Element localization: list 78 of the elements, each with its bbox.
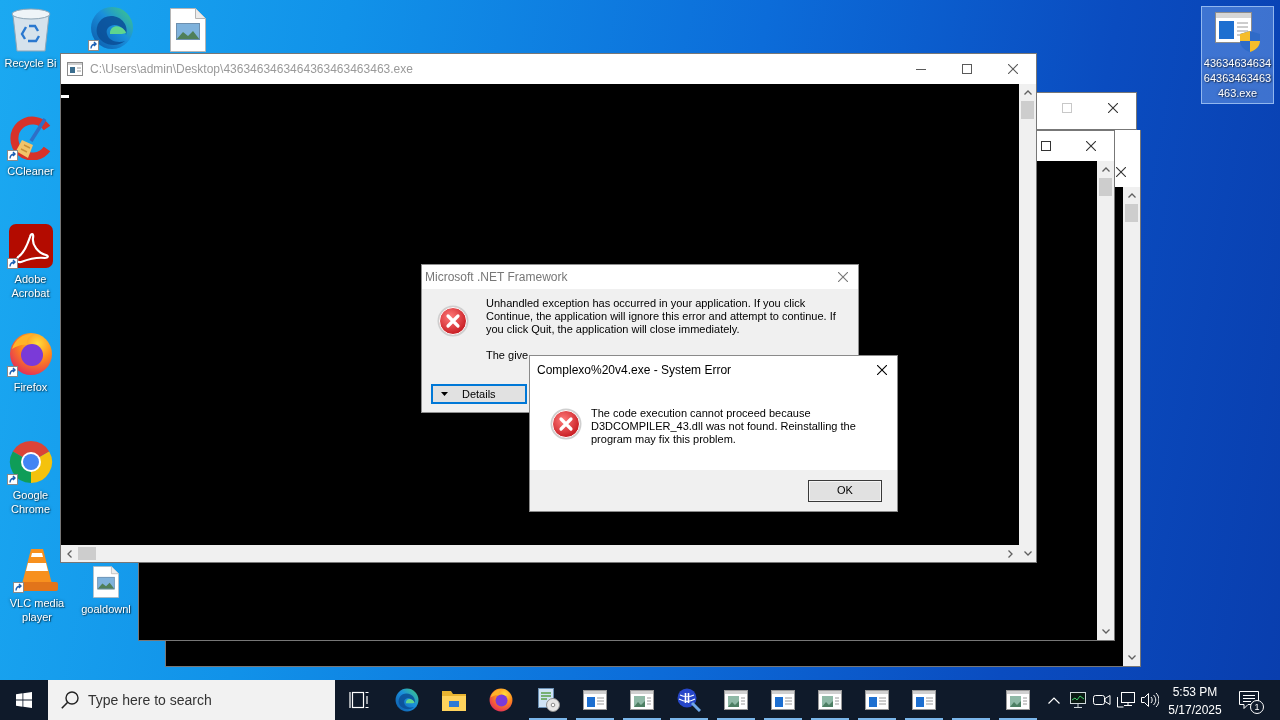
globe-icon bbox=[676, 688, 701, 712]
image-file-icon bbox=[93, 566, 119, 598]
acrobat-icon bbox=[8, 224, 53, 268]
caret-left-icon[interactable] bbox=[67, 549, 72, 558]
vertical-scrollbar[interactable] bbox=[1019, 84, 1036, 562]
vertical-scrollbar[interactable] bbox=[1097, 161, 1114, 640]
disc-package-icon bbox=[535, 688, 560, 712]
notification-button[interactable]: 1 bbox=[1228, 680, 1270, 720]
scrollbar-thumb[interactable] bbox=[1021, 101, 1034, 119]
caret-down-icon bbox=[441, 392, 448, 396]
dialog-title: Microsoft .NET Framework bbox=[424, 269, 568, 286]
windows-logo-icon bbox=[16, 692, 32, 708]
browser-icon bbox=[90, 6, 134, 50]
app-window-icon bbox=[582, 690, 607, 710]
desktop-icon[interactable]: VLC media player bbox=[0, 544, 74, 627]
chevron-up-icon bbox=[1048, 696, 1060, 704]
error-icon bbox=[550, 408, 582, 440]
caret-right-icon[interactable] bbox=[1008, 549, 1013, 558]
recycle-bin-icon bbox=[10, 8, 51, 52]
picture-window-icon bbox=[629, 690, 654, 710]
speaker-icon bbox=[1141, 692, 1159, 708]
desktop-icon[interactable]: Recycle Bi bbox=[2, 4, 59, 73]
window-title: C:\Users\admin\Desktop\4363463463464363463463463.exe bbox=[90, 61, 413, 78]
desktop-icon[interactable]: CCleaner bbox=[2, 112, 59, 181]
program-shield-icon bbox=[1214, 12, 1261, 52]
clock[interactable]: 5:53 PM 5/17/2025 bbox=[1162, 680, 1228, 720]
maximize-icon bbox=[962, 64, 972, 74]
desktop-icon[interactable]: 4363463463464363463463463.exe bbox=[1201, 6, 1274, 104]
caret-down-icon[interactable] bbox=[1127, 655, 1136, 660]
browser-icon bbox=[394, 688, 419, 712]
notification-icon bbox=[1239, 691, 1259, 709]
task-view-icon bbox=[349, 691, 369, 709]
app-window-icon bbox=[864, 690, 889, 710]
ok-button[interactable]: OK bbox=[808, 479, 882, 502]
app-window-icon bbox=[770, 690, 795, 710]
firefox-icon bbox=[8, 332, 53, 376]
camera-icon bbox=[1093, 693, 1111, 707]
scrollbar-thumb[interactable] bbox=[78, 547, 96, 560]
scrollbar-thumb[interactable] bbox=[1125, 204, 1138, 222]
chrome-icon bbox=[8, 440, 53, 484]
error-icon bbox=[437, 305, 469, 337]
folder-icon bbox=[441, 689, 466, 711]
desktop-icon[interactable]: Adobe Acrobat bbox=[2, 220, 59, 303]
monitor-icon bbox=[1070, 692, 1086, 708]
error-message: The code execution cannot proceed because D3DCOMPILER_43.dll was not found. Reinstalling the program may fix this problem. bbox=[591, 407, 857, 446]
window-icon bbox=[67, 62, 83, 76]
picture-window-icon bbox=[817, 690, 842, 710]
close-icon bbox=[877, 365, 887, 375]
search-field[interactable]: Type here to search bbox=[48, 680, 335, 720]
picture-window-icon bbox=[723, 690, 748, 710]
exception-text: The give bbox=[486, 349, 529, 362]
notification-count: 1 bbox=[1250, 700, 1264, 714]
error-message: Unhandled exception has occurred in your application. If you click Continue, the application will ignore this error and attempt to continue. If you click Quit, the application will close immediately. bbox=[486, 297, 837, 336]
close-icon bbox=[1108, 103, 1118, 113]
search-icon bbox=[61, 691, 79, 709]
firefox-icon bbox=[488, 688, 513, 712]
desktop-icon[interactable]: goaldownl bbox=[74, 562, 138, 619]
horizontal-scrollbar[interactable] bbox=[61, 545, 1019, 562]
vertical-scrollbar[interactable] bbox=[1123, 187, 1140, 666]
app-window-icon bbox=[911, 690, 936, 710]
close-icon bbox=[1008, 64, 1018, 74]
minimize-icon bbox=[916, 68, 926, 70]
network-icon bbox=[1117, 692, 1135, 708]
close-icon bbox=[1116, 167, 1126, 177]
desktop-icon[interactable]: Google Chrome bbox=[2, 436, 59, 519]
caret-up-icon[interactable] bbox=[1101, 167, 1110, 172]
desktop-icon[interactable]: Firefox bbox=[2, 328, 59, 397]
ccleaner-icon bbox=[8, 116, 53, 160]
close-icon bbox=[1086, 141, 1096, 151]
details-button[interactable]: Details bbox=[431, 384, 527, 404]
dialog-title: Complexo%20v4.exe - System Error bbox=[536, 362, 732, 379]
caret-up-icon[interactable] bbox=[1023, 90, 1032, 95]
close-icon bbox=[838, 272, 848, 282]
caret-up-icon[interactable] bbox=[1127, 193, 1136, 198]
scrollbar-thumb[interactable] bbox=[1099, 178, 1112, 196]
caret-down-icon[interactable] bbox=[1101, 629, 1110, 634]
caret-down-icon[interactable] bbox=[1023, 551, 1032, 556]
picture-window-icon bbox=[1005, 690, 1030, 710]
